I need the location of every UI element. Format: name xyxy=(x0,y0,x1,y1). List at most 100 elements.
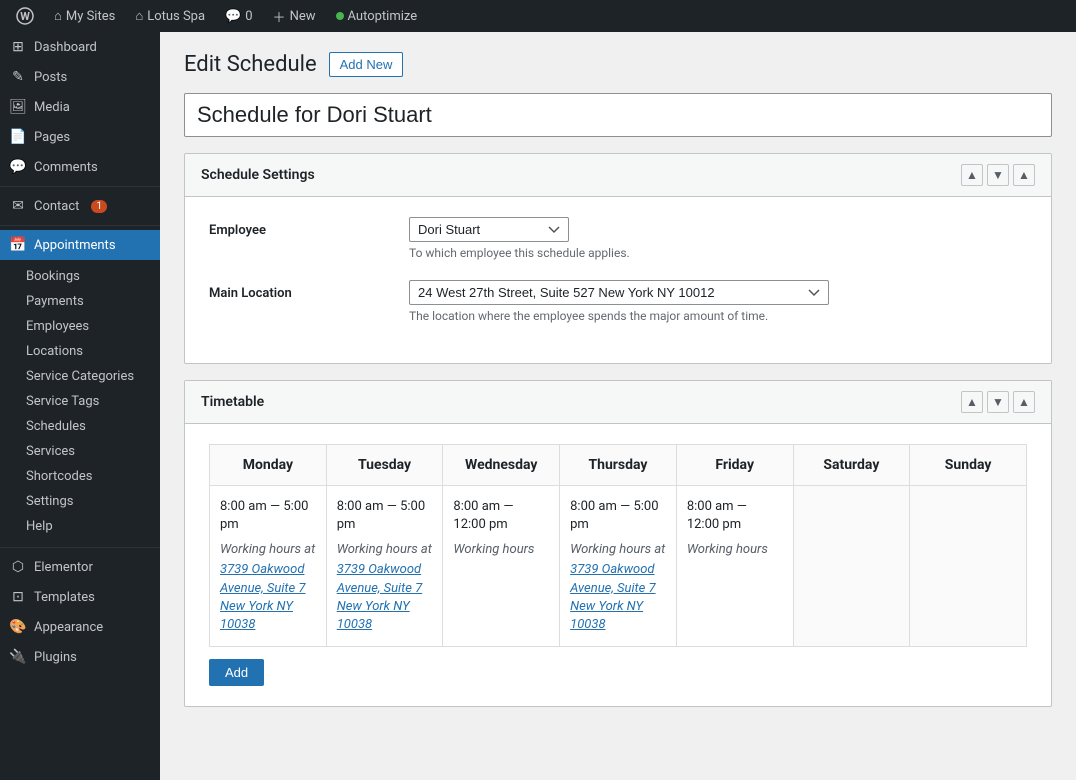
day-header-friday: Friday xyxy=(676,445,793,486)
sidebar-item-schedules[interactable]: Schedules xyxy=(0,414,160,439)
location-label: Main Location xyxy=(209,280,409,301)
sidebar-item-appearance[interactable]: 🎨 Appearance xyxy=(0,612,160,642)
sidebar: ⊞ Dashboard ✎ Posts 🖼 Media 📄 Pages 💬 Co… xyxy=(0,32,160,780)
contact-icon: ✉ xyxy=(10,198,26,214)
cell-tuesday[interactable]: 8:00 am — 5:00 pm Working hours at 3739 … xyxy=(326,486,443,647)
pages-icon: 📄 xyxy=(10,129,26,145)
panel-collapse-down-button[interactable]: ▼ xyxy=(987,164,1009,186)
day-header-wednesday: Wednesday xyxy=(443,445,560,486)
comments-link[interactable]: 💬 0 xyxy=(217,0,261,32)
panel-controls: ▲ ▼ ▲ xyxy=(961,164,1035,186)
timetable-header: Timetable ▲ ▼ ▲ xyxy=(185,381,1051,424)
site-home-icon: ⌂ xyxy=(135,8,143,24)
timetable-collapse-up-button[interactable]: ▲ xyxy=(961,391,983,413)
tuesday-time: 8:00 am — 5:00 pm xyxy=(337,498,433,534)
cell-thursday[interactable]: 8:00 am — 5:00 pm Working hours at 3739 … xyxy=(560,486,677,647)
page-title: Edit Schedule xyxy=(184,54,317,76)
cell-wednesday[interactable]: 8:00 am — 12:00 pm Working hours xyxy=(443,486,560,647)
location-select[interactable]: 24 West 27th Street, Suite 527 New York … xyxy=(409,280,829,305)
my-sites-link[interactable]: ⌂ My Sites xyxy=(46,0,123,32)
tuesday-working: Working hours at xyxy=(337,542,433,557)
sidebar-item-help[interactable]: Help xyxy=(0,514,160,539)
sidebar-item-payments[interactable]: Payments xyxy=(0,289,160,314)
timetable-head: Monday Tuesday Wednesday Thursday Friday… xyxy=(210,445,1027,486)
appointments-icon: 📅 xyxy=(10,237,26,253)
new-link[interactable]: ＋ New xyxy=(265,0,324,32)
add-new-button[interactable]: Add New xyxy=(329,52,404,77)
page-heading: Edit Schedule Add New xyxy=(184,52,1052,77)
svg-text:W: W xyxy=(20,10,30,23)
monday-link[interactable]: 3739 Oakwood Avenue, Suite 7 New York NY… xyxy=(220,562,305,632)
sidebar-item-comments[interactable]: 💬 Comments xyxy=(0,152,160,182)
sidebar-item-appointments[interactable]: 📅 Appointments xyxy=(0,230,160,260)
panel-collapse-up-button[interactable]: ▲ xyxy=(961,164,983,186)
dashboard-icon: ⊞ xyxy=(10,39,26,55)
sidebar-item-service-categories[interactable]: Service Categories xyxy=(0,364,160,389)
schedule-settings-header: Schedule Settings ▲ ▼ ▲ xyxy=(185,154,1051,197)
employee-field: Dori StuartJane SmithBob Jones To which … xyxy=(409,217,1027,260)
timetable-body: Monday Tuesday Wednesday Thursday Friday… xyxy=(185,424,1051,706)
panel-toggle-button[interactable]: ▲ xyxy=(1013,164,1035,186)
sidebar-item-locations[interactable]: Locations xyxy=(0,339,160,364)
employee-hint: To which employee this schedule applies. xyxy=(409,246,1027,260)
location-row: Main Location 24 West 27th Street, Suite… xyxy=(209,280,1027,323)
employee-select[interactable]: Dori StuartJane SmithBob Jones xyxy=(409,217,569,242)
sidebar-item-templates[interactable]: ⊡ Templates xyxy=(0,582,160,612)
timetable-collapse-down-button[interactable]: ▼ xyxy=(987,391,1009,413)
home-icon: ⌂ xyxy=(54,8,62,24)
sidebar-item-settings[interactable]: Settings xyxy=(0,489,160,514)
plugins-icon: 🔌 xyxy=(10,649,26,665)
day-header-monday: Monday xyxy=(210,445,327,486)
add-button[interactable]: Add xyxy=(209,659,264,686)
schedule-settings-panel: Schedule Settings ▲ ▼ ▲ Employee Dori St… xyxy=(184,153,1052,364)
location-hint: The location where the employee spends t… xyxy=(409,309,1027,323)
tuesday-link[interactable]: 3739 Oakwood Avenue, Suite 7 New York NY… xyxy=(337,562,422,632)
sidebar-item-bookings[interactable]: Bookings xyxy=(0,264,160,289)
sidebar-item-plugins[interactable]: 🔌 Plugins xyxy=(0,642,160,672)
sidebar-item-employees[interactable]: Employees xyxy=(0,314,160,339)
cell-friday[interactable]: 8:00 am — 12:00 pm Working hours xyxy=(676,486,793,647)
sidebar-item-elementor[interactable]: ⬡ Elementor xyxy=(0,552,160,582)
sidebar-item-pages[interactable]: 📄 Pages xyxy=(0,122,160,152)
site-link[interactable]: ⌂ Lotus Spa xyxy=(127,0,213,32)
timetable-header-row: Monday Tuesday Wednesday Thursday Friday… xyxy=(210,445,1027,486)
cell-sunday[interactable] xyxy=(910,486,1027,647)
appointments-submenu: Bookings Payments Employees Locations Se… xyxy=(0,260,160,543)
wednesday-time: 8:00 am — 12:00 pm xyxy=(453,498,549,534)
friday-time: 8:00 am — 12:00 pm xyxy=(687,498,783,534)
main-content: Edit Schedule Add New Schedule Settings … xyxy=(160,32,1076,780)
cell-monday[interactable]: 8:00 am — 5:00 pm Working hours at 3739 … xyxy=(210,486,327,647)
posts-icon: ✎ xyxy=(10,69,26,85)
timetable-row: 8:00 am — 5:00 pm Working hours at 3739 … xyxy=(210,486,1027,647)
sidebar-item-service-tags[interactable]: Service Tags xyxy=(0,389,160,414)
employee-label: Employee xyxy=(209,217,409,238)
comment-icon: 💬 xyxy=(225,9,241,24)
sidebar-item-posts[interactable]: ✎ Posts xyxy=(0,62,160,92)
sidebar-item-shortcodes[interactable]: Shortcodes xyxy=(0,464,160,489)
sidebar-item-dashboard[interactable]: ⊞ Dashboard xyxy=(0,32,160,62)
thursday-time: 8:00 am — 5:00 pm xyxy=(570,498,666,534)
schedule-title-input[interactable] xyxy=(184,93,1052,137)
day-header-saturday: Saturday xyxy=(793,445,910,486)
monday-time: 8:00 am — 5:00 pm xyxy=(220,498,316,534)
day-header-thursday: Thursday xyxy=(560,445,677,486)
timetable-panel-controls: ▲ ▼ ▲ xyxy=(961,391,1035,413)
admin-bar: W ⌂ My Sites ⌂ Lotus Spa 💬 0 ＋ New Autop… xyxy=(0,0,1076,32)
autoptimize-link[interactable]: Autoptimize xyxy=(328,0,426,32)
wp-logo[interactable]: W xyxy=(8,0,42,32)
media-icon: 🖼 xyxy=(10,99,26,115)
templates-icon: ⊡ xyxy=(10,589,26,605)
wednesday-working: Working hours xyxy=(453,542,549,557)
thursday-link[interactable]: 3739 Oakwood Avenue, Suite 7 New York NY… xyxy=(570,562,655,632)
schedule-settings-body: Employee Dori StuartJane SmithBob Jones … xyxy=(185,197,1051,363)
friday-working: Working hours xyxy=(687,542,783,557)
timetable-toggle-button[interactable]: ▲ xyxy=(1013,391,1035,413)
comments-icon: 💬 xyxy=(10,159,26,175)
thursday-working: Working hours at xyxy=(570,542,666,557)
timetable-body-rows: 8:00 am — 5:00 pm Working hours at 3739 … xyxy=(210,486,1027,647)
sidebar-item-contact[interactable]: ✉ Contact 1 xyxy=(0,191,160,221)
sidebar-item-services[interactable]: Services xyxy=(0,439,160,464)
elementor-icon: ⬡ xyxy=(10,559,26,575)
cell-saturday[interactable] xyxy=(793,486,910,647)
sidebar-item-media[interactable]: 🖼 Media xyxy=(0,92,160,122)
